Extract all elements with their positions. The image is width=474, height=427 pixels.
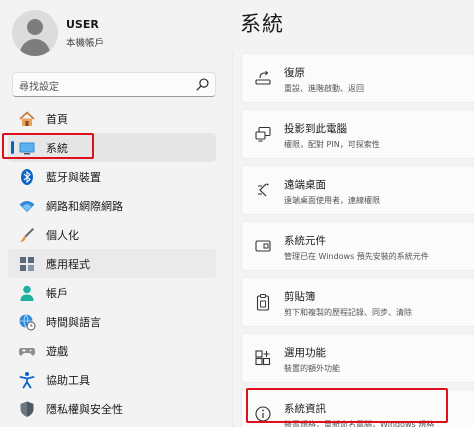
- highlight-box-system: [2, 133, 94, 159]
- sidebar-item-label: 隱私權與安全性: [46, 403, 123, 416]
- sidebar-item-personalization[interactable]: 個人化: [8, 220, 216, 249]
- sidebar-item-apps[interactable]: 應用程式: [8, 249, 216, 278]
- sidebar-item-time-language[interactable]: 時間與語言: [8, 307, 216, 336]
- sidebar-item-label: 藍牙與裝置: [46, 171, 101, 184]
- card-subtitle: 剪下和複製的歷程記錄、同步、清除: [284, 308, 412, 317]
- sidebar-item-home[interactable]: 首頁: [8, 104, 216, 133]
- home-icon: [19, 111, 35, 126]
- card-subtitle: 權限，配對 PIN，可探索性: [284, 140, 380, 149]
- card-title: 遠端桌面: [284, 179, 326, 191]
- person-icon: [20, 285, 34, 301]
- card-system-components[interactable]: 系統元件 管理已在 Windows 預先安裝的系統元件: [241, 221, 474, 271]
- card-remote-desktop[interactable]: 遠端桌面 遠端桌面使用者，連線權限: [241, 165, 474, 215]
- card-subtitle: 裝置的額外功能: [284, 364, 340, 373]
- card-subtitle: 管理已在 Windows 預先安裝的系統元件: [284, 252, 429, 261]
- card-subtitle: 遠端桌面使用者，連線權限: [284, 196, 380, 205]
- apps-icon: [20, 257, 34, 271]
- optional-features-icon: [255, 350, 271, 366]
- divider: [232, 53, 233, 427]
- clipboard-icon: [256, 294, 270, 311]
- sidebar-item-accessibility[interactable]: 協助工具: [8, 365, 216, 394]
- globe-clock-icon: [19, 314, 36, 331]
- project-icon: [255, 126, 271, 142]
- user-profile[interactable]: USER 本機帳戶: [12, 10, 212, 58]
- search-placeholder: 尋找設定: [19, 82, 59, 93]
- card-title: 復原: [284, 67, 305, 79]
- sidebar-item-label: 時間與語言: [46, 316, 101, 329]
- bluetooth-icon: [21, 169, 33, 185]
- page-title: 系統: [240, 12, 284, 36]
- user-name: USER: [66, 18, 99, 31]
- sidebar-item-label: 協助工具: [46, 374, 90, 387]
- card-recovery[interactable]: 復原 重設、進階啟動、返回: [241, 53, 474, 103]
- settings-list: 復原 重設、進階啟動、返回 投影到此電腦 權限，配對 PIN，可探索性 遠端桌面…: [241, 53, 474, 427]
- gamepad-icon: [18, 348, 36, 356]
- sidebar-item-network[interactable]: 網路和網際網路: [8, 191, 216, 220]
- system-components-icon: [255, 240, 271, 252]
- card-project-to-pc[interactable]: 投影到此電腦 權限，配對 PIN，可探索性: [241, 109, 474, 159]
- card-title: 剪貼簿: [284, 291, 316, 303]
- card-optional-features[interactable]: 選用功能 裝置的額外功能: [241, 333, 474, 383]
- sidebar-item-label: 應用程式: [46, 258, 90, 271]
- sidebar-item-bluetooth[interactable]: 藍牙與裝置: [8, 162, 216, 191]
- search-input[interactable]: 尋找設定: [12, 72, 216, 97]
- sidebar-item-label: 帳戶: [46, 287, 68, 300]
- sidebar-item-gaming[interactable]: 遊戲: [8, 336, 216, 365]
- remote-desktop-icon: [258, 183, 269, 197]
- shield-icon: [20, 401, 34, 417]
- card-title: 系統元件: [284, 235, 326, 247]
- sidebar-item-privacy[interactable]: 隱私權與安全性: [8, 394, 216, 423]
- avatar[interactable]: [12, 10, 58, 56]
- card-clipboard[interactable]: 剪貼簿 剪下和複製的歷程記錄、同步、清除: [241, 277, 474, 327]
- search-icon: [196, 78, 209, 91]
- sidebar-item-label: 遊戲: [46, 345, 68, 358]
- sidebar-item-label: 首頁: [46, 113, 68, 126]
- recovery-icon: [255, 70, 271, 85]
- sidebar-item-label: 網路和網際網路: [46, 200, 123, 213]
- sidebar-item-accounts[interactable]: 帳戶: [8, 278, 216, 307]
- accessibility-icon: [19, 372, 35, 389]
- card-title: 選用功能: [284, 347, 326, 359]
- card-subtitle: 重設、進階啟動、返回: [284, 84, 364, 93]
- sidebar-item-label: 個人化: [46, 229, 79, 242]
- wifi-icon: [19, 201, 35, 212]
- card-title: 投影到此電腦: [284, 123, 347, 135]
- brush-icon: [20, 228, 34, 242]
- account-type: 本機帳戶: [66, 38, 105, 49]
- highlight-box-about: [246, 388, 448, 423]
